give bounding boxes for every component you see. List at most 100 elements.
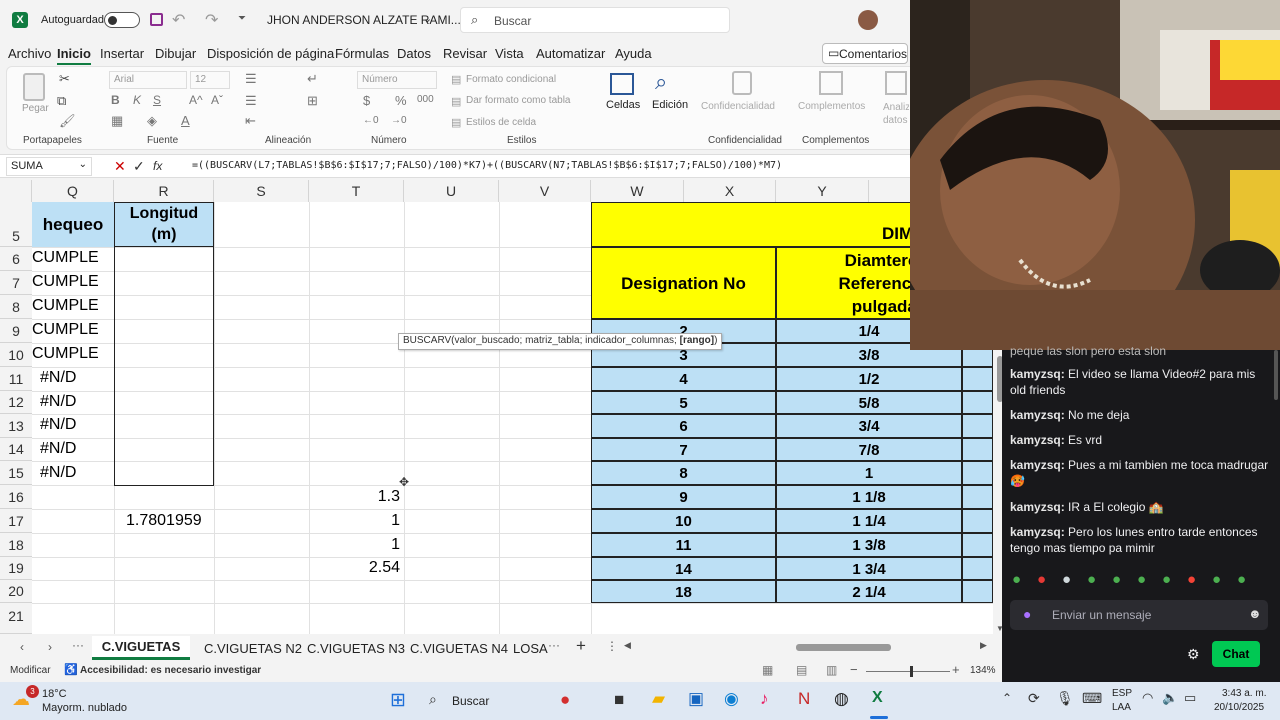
page-break-icon[interactable]: ▥	[826, 663, 837, 677]
diameter-cell[interactable]: 7/8	[776, 438, 962, 461]
header-longitud[interactable]: Longitud (m)	[114, 202, 214, 247]
chat-username[interactable]: kamyzsq:	[1010, 367, 1065, 381]
emote-icon[interactable]: ●	[1012, 571, 1021, 588]
emote-icon[interactable]: ●	[1137, 571, 1146, 588]
format-painter-icon[interactable]: 🖌	[59, 113, 76, 129]
diameter-cell[interactable]: 1/2	[776, 367, 962, 391]
t-value-cell[interactable]: 1	[309, 512, 400, 530]
conditional-format-icon[interactable]: ▤	[451, 73, 461, 86]
chat-input[interactable]: ● Enviar un mensaje ☻	[1010, 600, 1268, 630]
designation-cell[interactable]: 5	[591, 391, 776, 414]
zoom-slider-thumb[interactable]	[910, 666, 913, 677]
row-header-19[interactable]: 19	[0, 557, 32, 580]
diameter-cell[interactable]: 1	[776, 461, 962, 485]
more-sheets-icon[interactable]: ···	[72, 638, 84, 652]
designation-cell[interactable]: 8	[591, 461, 776, 485]
designation-header[interactable]: Designation No	[591, 247, 776, 319]
t-value-cell[interactable]: 2.54	[309, 559, 400, 577]
horizontal-scroll-thumb[interactable]	[796, 644, 891, 651]
row-header-15[interactable]: 15	[0, 461, 32, 485]
paste-icon[interactable]	[23, 73, 45, 101]
chevron-down-icon[interactable]: ⌄	[423, 12, 432, 25]
underline-icon[interactable]: S	[153, 93, 161, 107]
designation-cell[interactable]: 6	[591, 414, 776, 438]
format-table-icon[interactable]: ▤	[451, 95, 461, 108]
emote-icon[interactable]: ●	[1037, 571, 1046, 588]
designation-cell[interactable]: 10	[591, 509, 776, 533]
excel-taskbar-icon[interactable]: X	[872, 689, 883, 707]
emote-icon[interactable]: ●	[1237, 571, 1246, 588]
addins-label[interactable]: Complementos	[798, 101, 865, 112]
editing-icon[interactable]: ⌕	[655, 69, 667, 95]
emoji-picker-icon[interactable]: ☻	[1248, 606, 1262, 621]
designation-cell[interactable]: 9	[591, 485, 776, 509]
chat-username[interactable]: kamyzsq:	[1010, 500, 1065, 514]
row-header-16[interactable]: 16	[0, 485, 32, 509]
row-header-18[interactable]: 18	[0, 533, 32, 557]
autosave-toggle[interactable]	[104, 12, 140, 28]
chequeo-cell[interactable]: #N/D	[40, 440, 76, 458]
wifi-icon[interactable]: ◠	[1142, 690, 1153, 706]
comments-button[interactable]: ▭ Comentarios	[822, 43, 908, 64]
zoom-slider[interactable]	[866, 666, 950, 677]
cell-styles-label[interactable]: Estilos de celda	[466, 117, 536, 128]
tab-ayuda[interactable]: Ayuda	[615, 46, 652, 61]
chat-settings-icon[interactable]: ⚙	[1187, 646, 1200, 663]
diameter-cell[interactable]: 2 1/4	[776, 580, 962, 603]
tab-options-icon[interactable]: ⋮	[606, 639, 618, 653]
font-name-select[interactable]: Arial	[109, 71, 187, 89]
thousands-icon[interactable]: 000	[417, 94, 434, 105]
confidentiality-icon[interactable]	[732, 71, 752, 95]
lang-primary[interactable]: ESP	[1112, 688, 1132, 699]
next-sheet-icon[interactable]: ›	[48, 640, 52, 654]
sheet-tab-viguetas-n3[interactable]: C.VIGUETAS N3	[307, 641, 405, 656]
cell-styles-icon[interactable]: ▤	[451, 116, 461, 129]
paste-label[interactable]: Pegar	[22, 103, 49, 114]
copy-icon[interactable]: ⧉	[57, 93, 66, 109]
tab-formulas[interactable]: Fórmulas	[335, 46, 389, 61]
chat-scrollbar[interactable]	[1274, 350, 1278, 400]
chequeo-cell[interactable]: #N/D	[40, 369, 76, 387]
longitud-value-cell[interactable]: 1.7801959	[126, 512, 202, 530]
tab-automatizar[interactable]: Automatizar	[536, 46, 605, 61]
emote-icon[interactable]: ●	[1087, 571, 1096, 588]
confirm-formula-icon[interactable]: ✓	[133, 158, 145, 175]
col-header-y[interactable]: Y	[776, 180, 869, 202]
row-header-21[interactable]: 21	[0, 603, 32, 634]
header-chequeo[interactable]: hequeo	[32, 202, 114, 247]
cells-icon[interactable]	[610, 73, 634, 95]
chequeo-cell[interactable]: CUMPLE	[32, 249, 99, 267]
conditional-format-label[interactable]: Formato condicional	[466, 74, 556, 85]
battery-icon[interactable]: ▭	[1184, 690, 1196, 706]
chequeo-cell[interactable]: CUMPLE	[32, 321, 99, 339]
row-header-9[interactable]: 9	[0, 319, 32, 343]
zoom-level[interactable]: 134%	[970, 665, 996, 676]
redo-icon[interactable]: ↷	[205, 10, 218, 30]
netflix-icon[interactable]: N	[798, 689, 810, 709]
tab-dibujar[interactable]: Dibujar	[155, 46, 196, 61]
add-sheet-icon[interactable]: +	[576, 636, 586, 656]
addins-icon[interactable]	[819, 71, 843, 95]
row-header-6[interactable]: 6	[0, 247, 32, 271]
currency-icon[interactable]: $	[363, 93, 370, 108]
tab-inicio[interactable]: Inicio	[57, 46, 91, 65]
emote-icon[interactable]: ●	[1212, 571, 1221, 588]
edge-icon[interactable]: ◉	[724, 689, 739, 709]
accessibility-status[interactable]: Accesibilidad: es necesario investigar	[80, 665, 261, 676]
merge-icon[interactable]: ⊞	[307, 93, 318, 109]
taskbar-search[interactable]: ⌕ Buscar	[420, 687, 555, 715]
diameter-cell[interactable]: 5/8	[776, 391, 962, 414]
col-header-t[interactable]: T	[309, 180, 404, 202]
row-header-14[interactable]: 14	[0, 438, 32, 461]
cut-icon[interactable]: ✂	[59, 71, 70, 87]
col-header-w[interactable]: W	[591, 180, 684, 202]
col-header-s[interactable]: S	[214, 180, 309, 202]
diameter-cell[interactable]: 1 3/8	[776, 533, 962, 557]
decrease-font-icon[interactable]: Aˇ	[211, 93, 223, 107]
zoom-in-icon[interactable]: +	[952, 662, 960, 677]
scroll-right-icon[interactable]: ▶	[980, 640, 987, 651]
font-size-select[interactable]: 12	[190, 71, 230, 89]
obs-icon[interactable]: ◍	[834, 689, 849, 709]
row-header-12[interactable]: 12	[0, 391, 32, 414]
diameter-cell[interactable]: 1 1/4	[776, 509, 962, 533]
